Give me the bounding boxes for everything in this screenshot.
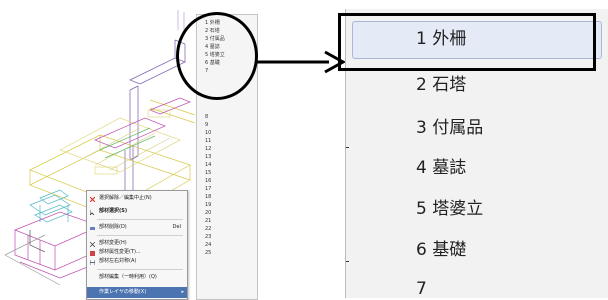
layer-item-3[interactable]: 3 付属品	[416, 118, 483, 138]
menu-item-move-layer[interactable]: 作業レイヤの移動(X) ▸	[87, 287, 187, 298]
layer-item-2[interactable]: 2 石塔	[416, 75, 466, 95]
mirror-icon	[89, 259, 96, 265]
menu-item-edit-temporary[interactable]: 部材編集（一時利用）(Q)	[87, 272, 187, 283]
small-list-item[interactable]: 17	[205, 185, 211, 193]
red-x-icon	[89, 196, 96, 203]
menu-item-select-part[interactable]: 部材選択(S)	[87, 206, 187, 217]
attribute-icon	[90, 250, 95, 256]
small-list-item[interactable]: 20	[205, 209, 211, 217]
callout-arrow-icon	[257, 50, 347, 74]
layer-item-5[interactable]: 5 塔婆立	[416, 199, 483, 219]
pointer-icon	[89, 209, 95, 216]
menu-item-deselect[interactable]: 選択解除／編集中止(N)	[87, 193, 187, 204]
small-list-item[interactable]: 16	[205, 177, 211, 185]
menu-item-delete-part[interactable]: 部材削除(D) Del	[87, 222, 187, 233]
menu-item-mirror-part[interactable]: 部材左右対称(A)	[87, 256, 187, 267]
small-list-item[interactable]: 21	[205, 217, 211, 225]
small-list-item[interactable]: 19	[205, 201, 211, 209]
small-list-item[interactable]: 25	[205, 249, 211, 257]
menu-separator	[97, 235, 183, 236]
small-list-item[interactable]: 10	[205, 129, 211, 137]
layer-item-6[interactable]: 6 基礎	[416, 240, 466, 260]
menu-separator	[97, 269, 183, 270]
small-list-item[interactable]: 8	[205, 113, 208, 121]
edge-mark	[346, 261, 349, 262]
eraser-icon	[90, 225, 95, 230]
scissors-icon	[89, 241, 96, 248]
menu-separator	[97, 219, 183, 220]
small-list-item[interactable]: 11	[205, 137, 211, 145]
small-list-item[interactable]: 9	[205, 121, 208, 129]
layer-item-7[interactable]: 7	[416, 279, 427, 299]
context-menu: 選択解除／編集中止(N) 部材選択(S) 部材削除(D) Del 部材変更(H)…	[86, 190, 188, 300]
layer-item-4[interactable]: 4 墓誌	[416, 158, 466, 178]
edge-mark	[346, 147, 349, 148]
submenu-arrow-icon: ▸	[181, 289, 184, 295]
cad-labels	[94, 109, 171, 175]
enlarged-highlight-frame	[338, 13, 596, 71]
small-list-item[interactable]: 24	[205, 241, 211, 249]
small-list-item[interactable]: 14	[205, 161, 211, 169]
small-list-item[interactable]: 18	[205, 193, 211, 201]
small-list-item[interactable]: 23	[205, 233, 211, 241]
small-list-item[interactable]: 13	[205, 153, 211, 161]
zoom-highlight-circle	[176, 12, 258, 100]
small-list-item[interactable]: 22	[205, 225, 211, 233]
small-list-item[interactable]: 15	[205, 169, 211, 177]
small-list-item[interactable]: 12	[205, 145, 211, 153]
